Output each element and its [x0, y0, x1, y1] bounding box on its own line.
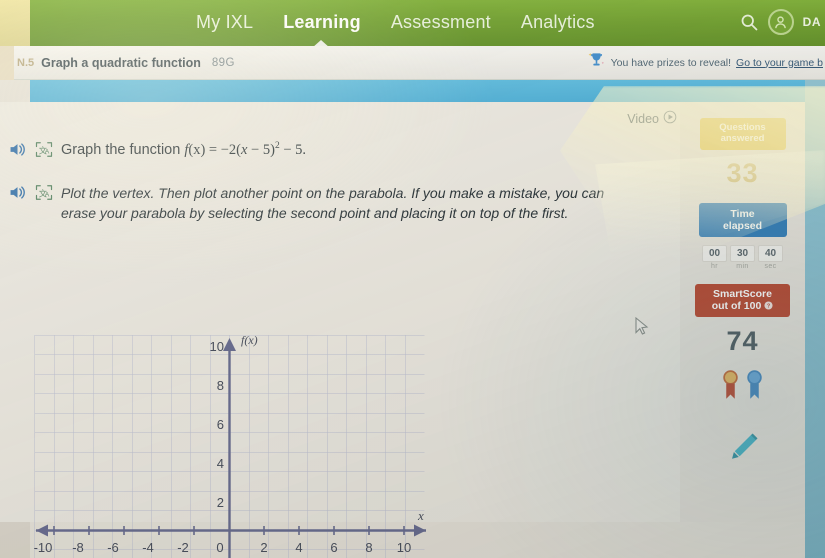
- timer-minutes: 30 min: [730, 244, 755, 270]
- timer-seconds-label: sec: [764, 262, 777, 270]
- top-navigation-bar: My IXL Learning Assessment Analytics DA: [0, 0, 825, 48]
- ytick-8: 8: [217, 378, 224, 393]
- question-mark-icon[interactable]: ?: [764, 301, 773, 313]
- nav-item-learning[interactable]: Learning: [283, 12, 361, 35]
- graph-svg[interactable]: -10 -8 -6 -4 -2 0 2 4 6 8 10 10 8 6 4 2 …: [26, 330, 446, 558]
- svg-text:?: ?: [767, 304, 770, 310]
- function-argument: (x): [188, 141, 206, 158]
- coefficient-term: −2(: [220, 141, 241, 158]
- speaker-icon[interactable]: [8, 184, 27, 206]
- pencil-icon[interactable]: [725, 433, 761, 470]
- smartscore-line1: SmartScore: [713, 287, 772, 300]
- right-page-edge: [805, 80, 825, 558]
- ytick-6: 6: [217, 417, 224, 432]
- timer-seconds: 40 sec: [758, 244, 783, 270]
- svg-text:A: A: [45, 191, 50, 198]
- questions-answered-value: 33: [726, 157, 759, 188]
- timer-hours-label: hr: [710, 262, 719, 270]
- question-instruction-text: Plot the vertex. Then plot another point…: [61, 185, 605, 222]
- y-axis-label: f(x): [241, 333, 258, 347]
- translate-icon[interactable]: 文 A: [35, 141, 53, 163]
- nav-left-edge-strip: [0, 0, 30, 46]
- questions-answered-badge: Questions answered: [699, 118, 786, 150]
- gold-ribbon-icon[interactable]: [722, 369, 739, 408]
- nav-item-my-ixl[interactable]: My IXL: [196, 12, 253, 35]
- play-circle-icon[interactable]: [663, 110, 677, 127]
- xtick-8: 8: [365, 540, 372, 555]
- x-axis-label: x: [417, 508, 424, 523]
- question-prompt-row: 文 A Graph the function f(x) = −2(x − 5)2…: [0, 140, 680, 163]
- equals-sign: =: [205, 141, 221, 158]
- timer-minutes-label: min: [736, 262, 749, 270]
- xtick--10: -10: [34, 540, 53, 555]
- xtick-6: 6: [330, 540, 337, 555]
- coordinate-graph[interactable]: -10 -8 -6 -4 -2 0 2 4 6 8 10 10 8 6 4 2 …: [26, 330, 446, 558]
- search-icon[interactable]: [739, 12, 759, 32]
- blue-accent-band: [30, 80, 825, 102]
- translate-icon[interactable]: 文 A: [35, 184, 53, 206]
- prize-text: You have prizes to reveal!: [610, 56, 732, 69]
- user-avatar-icon[interactable]: [767, 9, 794, 35]
- time-elapsed-line2: elapsed: [722, 219, 763, 232]
- time-elapsed-badge: Time elapsed: [698, 202, 787, 237]
- smartscore-value: 74: [726, 326, 759, 357]
- awards-row: [680, 369, 805, 408]
- skill-title: Graph a quadratic function: [41, 55, 201, 70]
- progress-sidebar: Questions answered 33 Time elapsed 00 hr…: [635, 102, 805, 522]
- svg-text:A: A: [45, 148, 50, 155]
- skill-accent-block: [0, 45, 14, 80]
- constant-term: − 5.: [279, 141, 306, 158]
- skill-header-bar: N.5 Graph a quadratic function 89G You h…: [0, 45, 825, 80]
- speaker-icon[interactable]: [8, 141, 27, 163]
- xtick--6: -6: [107, 540, 119, 555]
- video-label: Video: [627, 111, 659, 126]
- skill-id-code: 89G: [211, 56, 235, 69]
- nav-user-name[interactable]: DA: [803, 15, 821, 29]
- prompt-prefix: Graph the function: [61, 141, 185, 158]
- prize-banner: You have prizes to reveal! Go to your ga…: [587, 51, 825, 75]
- nav-right-cluster: DA: [739, 9, 821, 35]
- question-content-area: 文 A Graph the function f(x) = −2(x − 5)2…: [0, 102, 680, 558]
- drawing-tool-row: [680, 430, 805, 471]
- ytick-4: 4: [217, 456, 224, 471]
- smartscore-line2: out of 100: [711, 300, 762, 313]
- question-prompt-text: Graph the function f(x) = −2(x − 5)2 − 5…: [61, 140, 306, 160]
- video-link[interactable]: Video: [627, 110, 677, 127]
- trophy-icon: [587, 51, 606, 75]
- ytick-2: 2: [217, 495, 224, 510]
- xtick-2: 2: [260, 540, 267, 555]
- timer-hours: 00 hr: [702, 244, 727, 270]
- ytick-10: 10: [210, 339, 224, 354]
- nav-item-assessment[interactable]: Assessment: [391, 12, 491, 35]
- xtick-10: 10: [397, 540, 411, 555]
- mouse-cursor-icon: [635, 316, 650, 341]
- prize-link[interactable]: Go to your game b: [736, 57, 823, 69]
- nav-item-analytics[interactable]: Analytics: [521, 12, 595, 35]
- timer-seconds-value: 40: [758, 244, 783, 262]
- xtick--2: -2: [177, 540, 189, 555]
- timer-minutes-value: 30: [730, 244, 755, 262]
- nav-items: My IXL Learning Assessment Analytics: [196, 12, 595, 35]
- time-elapsed-line1: Time: [730, 207, 755, 220]
- xtick--4: -4: [142, 540, 154, 555]
- time-elapsed-readout: 00 hr 30 min 40 sec: [680, 244, 805, 270]
- smartscore-badge: SmartScore out of 100 ?: [695, 283, 790, 318]
- xtick--8: -8: [72, 540, 84, 555]
- blue-ribbon-icon[interactable]: [746, 369, 763, 408]
- xtick-4: 4: [295, 540, 302, 555]
- xtick-0: 0: [216, 540, 223, 555]
- question-instruction-row: 文 A Plot the vertex. Then plot another p…: [0, 183, 680, 224]
- timer-hours-value: 00: [702, 244, 727, 262]
- inner-remainder: − 5): [247, 141, 275, 158]
- skill-code: N.5: [17, 56, 35, 69]
